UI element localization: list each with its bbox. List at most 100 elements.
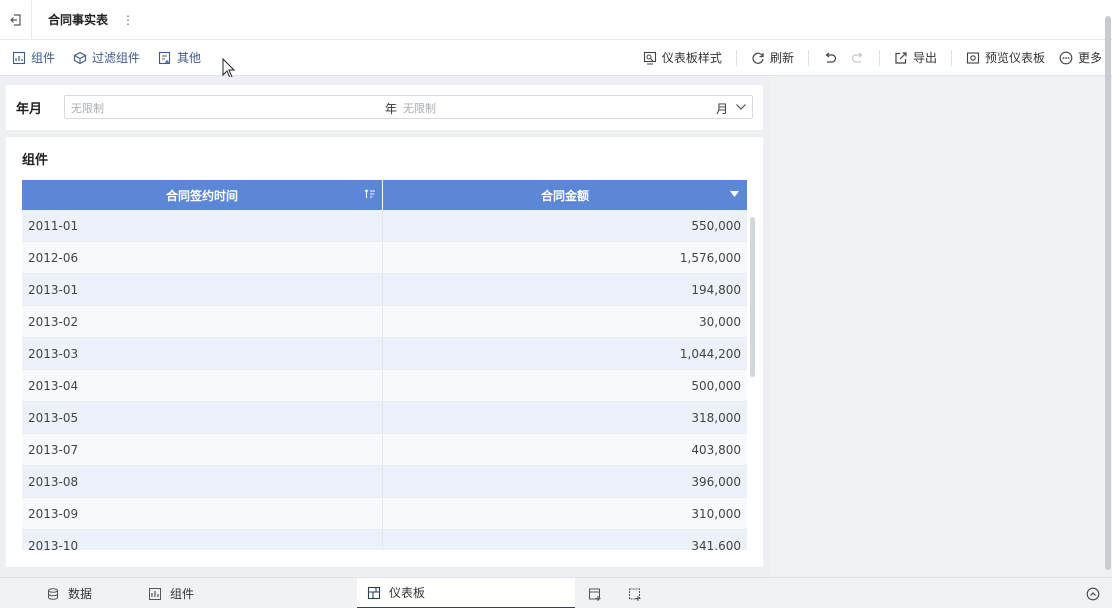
- collapse-panel-button[interactable]: [1086, 578, 1100, 608]
- export-button[interactable]: 导出: [894, 49, 937, 66]
- table-row[interactable]: 2013-10 341,600: [22, 530, 747, 550]
- cell-amount: 1,576,000: [679, 250, 741, 265]
- export-label: 导出: [912, 51, 937, 65]
- cell-amount: 310,000: [691, 506, 741, 521]
- dashboard-style-label: 仪表板样式: [661, 51, 722, 65]
- year-placeholder: 无限制: [71, 102, 104, 115]
- cell-amount: 550,000: [691, 218, 741, 233]
- bar-chart-icon: [149, 587, 161, 600]
- filter-component-button[interactable]: 过滤组件: [73, 49, 140, 66]
- table-row[interactable]: 2013-03 1,044,200: [22, 338, 747, 370]
- widget-title: 组件: [22, 153, 49, 168]
- toolbar-divider: [950, 49, 952, 66]
- more-label: 更多: [1077, 51, 1102, 65]
- table-row[interactable]: 2011-01 550,000: [22, 210, 747, 242]
- undo-button[interactable]: [823, 51, 837, 65]
- table-row[interactable]: 2013-09 310,000: [22, 498, 747, 530]
- filter-component-icon: [73, 51, 87, 64]
- dropdown-triangle-icon[interactable]: [730, 191, 739, 198]
- cell-sign-date: 2013-08: [22, 466, 383, 497]
- cell-sign-date: 2013-01: [22, 274, 383, 305]
- table-header: 合同签约时间 合同金额: [22, 180, 747, 210]
- cell-sign-date: 2013-03: [22, 338, 383, 369]
- bottom-bar: 数据 组件 仪表板: [0, 577, 1112, 608]
- add-story-icon: [629, 588, 641, 601]
- refresh-button[interactable]: 刷新: [751, 49, 794, 66]
- dashboard-canvas: 年月 无限制 年 无限制 月 组件 合同签约时间 合同金额 2011-01 550…: [0, 77, 1112, 577]
- column-header-sign-date[interactable]: 合同签约时间: [22, 180, 383, 210]
- tab-dashboard[interactable]: 仪表板: [357, 578, 575, 608]
- tab-data[interactable]: 数据: [46, 578, 92, 608]
- table-widget: 组件 合同签约时间 合同金额 2011-01 550,000 2012-06 1,57…: [6, 137, 763, 567]
- chevron-down-icon[interactable]: [735, 101, 747, 113]
- add-component-icon: [12, 51, 26, 64]
- chevron-up-circle-icon: [1086, 587, 1100, 600]
- cell-amount: 403,800: [691, 442, 741, 457]
- page-scrollbar[interactable]: [1105, 16, 1111, 570]
- export-icon: [895, 51, 907, 64]
- other-button[interactable]: 其他: [158, 49, 201, 66]
- tab-data-label: 数据: [68, 587, 93, 601]
- cell-sign-date: 2013-07: [22, 434, 383, 465]
- cell-sign-date: 2013-04: [22, 370, 383, 401]
- year-unit: 年: [385, 102, 398, 116]
- cell-amount: 500,000: [691, 378, 741, 393]
- cell-sign-date: 2013-02: [22, 306, 383, 337]
- table-row[interactable]: 2012-06 1,576,000: [22, 242, 747, 274]
- cell-amount: 318,000: [691, 410, 741, 425]
- cell-sign-date: 2013-05: [22, 402, 383, 433]
- table-row[interactable]: 2013-07 403,800: [22, 434, 747, 466]
- filter-label: 年月: [16, 102, 43, 117]
- dashboard-style-icon: [643, 51, 656, 65]
- refresh-label: 刷新: [769, 51, 794, 65]
- dashboard-tab-title[interactable]: 合同事实表: [32, 11, 122, 28]
- filter-component-label: 过滤组件: [92, 51, 141, 65]
- redo-button[interactable]: [851, 51, 865, 65]
- cell-amount: 1,044,200: [679, 346, 741, 361]
- cell-sign-date: 2011-01: [22, 210, 383, 241]
- table-row[interactable]: 2013-01 194,800: [22, 274, 747, 306]
- database-icon: [48, 587, 58, 600]
- preview-dashboard-button[interactable]: 预览仪表板: [966, 49, 1045, 66]
- cell-amount: 194,800: [691, 282, 741, 297]
- exit-button[interactable]: [0, 0, 32, 40]
- add-component-button[interactable]: 组件: [12, 49, 55, 66]
- table-row[interactable]: 2013-02 30,000: [22, 306, 747, 338]
- cell-amount: 396,000: [691, 474, 741, 489]
- other-label: 其他: [177, 51, 202, 65]
- tab-component-label: 组件: [170, 587, 195, 601]
- data-table: 合同签约时间 合同金额 2011-01 550,000 2012-06 1,576,0…: [22, 180, 747, 550]
- year-month-filter-widget: 年月 无限制 年 无限制 月: [6, 85, 763, 130]
- column-header-label: 合同金额: [540, 188, 589, 203]
- more-button[interactable]: 更多: [1059, 49, 1102, 66]
- year-month-selector[interactable]: 无限制 年 无限制 月: [64, 95, 753, 119]
- table-row[interactable]: 2013-05 318,000: [22, 402, 747, 434]
- cell-amount: 341,600: [691, 538, 741, 551]
- table-body: 2011-01 550,000 2012-06 1,576,000 2013-01 194…: [22, 210, 747, 550]
- sort-icon[interactable]: [364, 188, 376, 200]
- tab-more-icon[interactable]: ⋮: [122, 13, 134, 27]
- dashboard-style-button[interactable]: 仪表板样式: [643, 49, 722, 66]
- cell-sign-date: 2012-06: [22, 242, 383, 273]
- cell-sign-date: 2013-10: [22, 530, 383, 550]
- empty-canvas-area: [770, 77, 1112, 577]
- toolbar-divider: [735, 49, 737, 66]
- add-dashboard-button[interactable]: [588, 578, 602, 608]
- preview-icon: [966, 51, 980, 64]
- add-component-label: 组件: [31, 51, 56, 65]
- undo-icon: [825, 52, 837, 63]
- column-header-amount[interactable]: 合同金额: [383, 180, 747, 210]
- cell-sign-date: 2013-09: [22, 498, 383, 529]
- exit-icon: [9, 13, 21, 26]
- month-placeholder: 无限制: [403, 102, 436, 115]
- table-row[interactable]: 2013-04 500,000: [22, 370, 747, 402]
- cell-amount: 30,000: [699, 314, 741, 329]
- table-row[interactable]: 2013-08 396,000: [22, 466, 747, 498]
- month-unit: 月: [716, 102, 729, 116]
- add-story-button[interactable]: [628, 578, 642, 608]
- toolbar-divider: [807, 49, 809, 66]
- refresh-icon: [752, 52, 764, 64]
- more-icon: [1059, 51, 1073, 64]
- table-scrollbar[interactable]: [750, 217, 755, 377]
- tab-component[interactable]: 组件: [148, 578, 194, 608]
